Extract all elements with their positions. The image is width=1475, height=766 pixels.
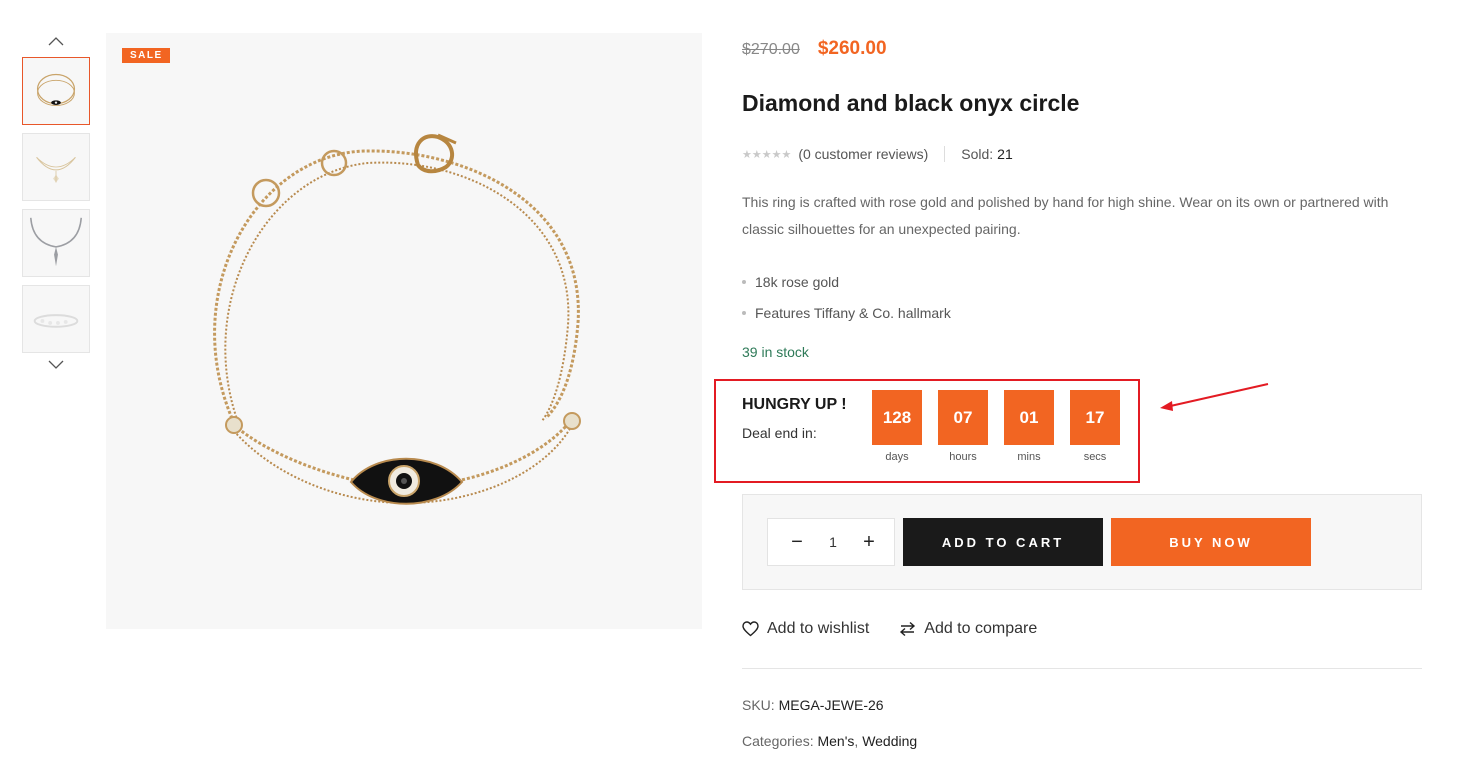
quantity-stepper[interactable]: − + xyxy=(767,518,895,566)
bullet-icon xyxy=(742,310,746,315)
countdown-subheading: Deal end in: xyxy=(742,425,817,441)
countdown-heading: HUNGRY UP ! xyxy=(742,396,847,413)
price-row: $270.00 $260.00 xyxy=(742,38,887,60)
decrease-quantity-button[interactable]: − xyxy=(790,532,804,552)
sale-badge: SALE xyxy=(122,48,170,63)
countdown-mins-label: mins xyxy=(1017,451,1041,463)
increase-quantity-button[interactable]: + xyxy=(862,532,876,552)
bullet-icon xyxy=(742,279,746,284)
feature-text: Features Tiffany & Co. hallmark xyxy=(755,304,951,321)
rating-divider xyxy=(944,146,946,162)
annotation-arrow-icon xyxy=(1160,383,1269,411)
chevron-up-icon[interactable] xyxy=(46,34,66,48)
wishlist-label: Add to wishlist xyxy=(767,620,870,637)
reviews-link[interactable]: (0 customer reviews) xyxy=(798,146,928,162)
feature-list: 18k rose gold Features Tiffany & Co. hal… xyxy=(742,266,951,328)
compare-label: Add to compare xyxy=(924,620,1038,637)
thumbnail-4[interactable] xyxy=(22,285,90,353)
thumbnail-1[interactable] xyxy=(22,57,90,125)
rating-row: ★★★★★ (0 customer reviews) Sold: 21 xyxy=(742,146,1013,162)
buy-now-button[interactable]: BUY NOW xyxy=(1111,518,1311,566)
sold-count: 21 xyxy=(997,146,1013,162)
categories-label: Categories: xyxy=(742,733,814,749)
countdown-days: 128 days xyxy=(872,390,922,463)
category-link-mens[interactable]: Men's xyxy=(817,733,854,749)
add-to-compare-link[interactable]: Add to compare xyxy=(899,620,1037,638)
feature-item: 18k rose gold xyxy=(742,266,951,297)
countdown-hours: 07 hours xyxy=(938,390,988,463)
add-to-wishlist-link[interactable]: Add to wishlist xyxy=(742,620,869,638)
product-actions: Add to wishlist Add to compare xyxy=(742,620,1037,638)
stock-status: 39 in stock xyxy=(742,344,809,360)
category-link-wedding[interactable]: Wedding xyxy=(862,733,917,749)
sale-price: $260.00 xyxy=(817,38,887,59)
sku-row: SKU: MEGA-JEWE-26 xyxy=(742,697,884,713)
product-title: Diamond and black onyx circle xyxy=(742,90,1080,116)
sold-label: Sold: xyxy=(961,146,994,162)
chevron-down-icon[interactable] xyxy=(46,358,66,372)
countdown-hours-value: 07 xyxy=(938,390,988,445)
countdown-mins: 01 mins xyxy=(1004,390,1054,463)
countdown-secs: 17 secs xyxy=(1070,390,1120,463)
product-main-image[interactable] xyxy=(106,33,702,629)
countdown-mins-value: 01 xyxy=(1004,390,1054,445)
star-rating-icon[interactable]: ★★★★★ xyxy=(742,148,791,161)
countdown-secs-label: secs xyxy=(1083,451,1107,463)
thumbnail-2[interactable] xyxy=(22,133,90,201)
heart-icon xyxy=(742,621,759,637)
countdown-days-label: days xyxy=(885,451,909,463)
countdown-days-value: 128 xyxy=(872,390,922,445)
compare-arrows-icon xyxy=(900,621,916,637)
feature-text: 18k rose gold xyxy=(755,273,840,290)
add-to-cart-button[interactable]: ADD TO CART xyxy=(903,518,1103,566)
sku-label: SKU: xyxy=(742,697,775,713)
old-price: $270.00 xyxy=(742,41,800,58)
categories-row: Categories: Men's, Wedding xyxy=(742,733,918,749)
sku-value: MEGA-JEWE-26 xyxy=(778,697,884,713)
feature-item: Features Tiffany & Co. hallmark xyxy=(742,297,951,328)
product-description: This ring is crafted with rose gold and … xyxy=(742,194,1389,237)
quantity-input[interactable] xyxy=(818,534,848,550)
countdown-secs-value: 17 xyxy=(1070,390,1120,445)
thumbnail-3[interactable] xyxy=(22,209,90,277)
countdown-hours-label: hours xyxy=(949,451,977,463)
divider xyxy=(742,668,1422,669)
